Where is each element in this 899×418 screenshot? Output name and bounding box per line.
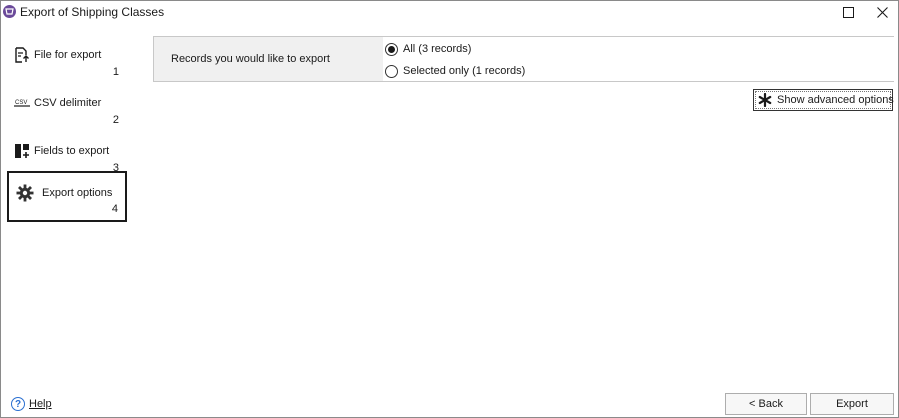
radio-label[interactable]: All (3 records) (403, 43, 471, 55)
radio-button-unselected[interactable] (385, 64, 398, 78)
records-label: Records you would like to export (171, 53, 330, 65)
step-number: 4 (111, 203, 118, 215)
step-label: File for export (34, 49, 102, 61)
records-radio-group: All (3 records) Selected only (1 records… (383, 37, 894, 81)
step-number: 2 (112, 114, 119, 126)
step-label: Export options (42, 187, 113, 199)
svg-text:CSV: CSV (15, 100, 27, 106)
step-csv-delimiter[interactable]: CSV CSV delimiter 2 (7, 87, 127, 133)
radio-all-records[interactable]: All (3 records) (385, 41, 471, 57)
radio-selected-only[interactable]: Selected only (1 records) (385, 63, 525, 79)
help-link[interactable]: ? Help (11, 397, 52, 411)
wizard-steps-sidebar: File for export 1 CSV CSV delimiter 2 Fi… (1, 23, 141, 393)
export-button[interactable]: Export (810, 393, 894, 415)
radio-label[interactable]: Selected only (1 records) (403, 65, 525, 77)
step-file-for-export[interactable]: File for export 1 (7, 39, 127, 85)
close-button[interactable] (867, 1, 897, 23)
records-option-panel: Records you would like to export All (3 … (153, 36, 894, 82)
export-dialog: Export of Shipping Classes File for expo… (0, 0, 899, 418)
advanced-options-label: Show advanced options (777, 94, 894, 106)
radio-dot (388, 45, 395, 53)
step-label: CSV delimiter (34, 97, 102, 109)
help-label: Help (29, 398, 52, 410)
file-export-icon (15, 47, 29, 63)
csv-icon: CSV (14, 100, 30, 107)
gear-icon (16, 184, 34, 202)
step-export-options[interactable]: Export options 4 (7, 171, 127, 222)
asterisk-icon (758, 93, 772, 107)
maximize-button[interactable] (828, 1, 868, 23)
back-button[interactable]: < Back (725, 393, 807, 415)
app-logo-icon (3, 5, 16, 18)
title-bar: Export of Shipping Classes (1, 1, 898, 23)
step-label: Fields to export (34, 145, 110, 157)
help-icon: ? (11, 397, 25, 411)
close-icon (876, 6, 888, 18)
fields-add-icon (15, 144, 29, 158)
show-advanced-options-button[interactable]: Show advanced options (753, 89, 894, 111)
step-number: 1 (112, 66, 119, 78)
window-title: Export of Shipping Classes (20, 5, 165, 19)
maximize-icon (842, 6, 854, 18)
radio-button-selected[interactable] (385, 42, 398, 56)
